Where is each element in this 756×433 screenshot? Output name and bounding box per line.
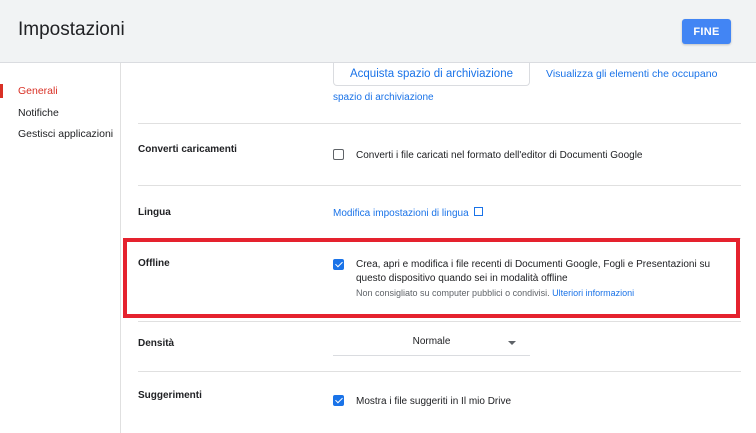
language-label: Lingua (138, 207, 171, 218)
language-settings-link-text: Modifica impostazioni di lingua (333, 208, 469, 219)
language-settings-link[interactable]: Modifica impostazioni di lingua (333, 207, 484, 219)
convert-uploads-text: Converti i file caricati nel formato del… (356, 150, 643, 161)
suggestions-text: Mostra i file suggeriti in Il mio Drive (356, 396, 512, 407)
suggestions-label: Suggerimenti (138, 390, 202, 401)
convert-uploads-checkbox[interactable] (333, 149, 344, 160)
dialog-header: Impostazioni FINE (0, 0, 756, 63)
sidebar-item-manage-apps[interactable]: Gestisci applicazioni (18, 128, 113, 140)
divider (138, 321, 741, 322)
convert-uploads-label: Converti caricamenti (138, 144, 237, 155)
done-button[interactable]: FINE (682, 19, 731, 44)
divider (138, 185, 741, 186)
sidebar-item-notifications[interactable]: Notifiche (18, 107, 59, 119)
offline-highlight-box (123, 238, 740, 318)
suggestions-checkbox[interactable] (333, 395, 344, 406)
buy-storage-button[interactable]: Acquista spazio di archiviazione (333, 63, 530, 86)
dropdown-arrow-icon (508, 341, 516, 345)
divider (138, 123, 741, 124)
divider (138, 371, 741, 372)
active-nav-indicator (0, 84, 3, 98)
view-storage-link-line2[interactable]: spazio di archiviazione (333, 92, 434, 103)
dialog-title: Impostazioni (18, 19, 125, 40)
settings-sidebar: Generali Notifiche Gestisci applicazioni (0, 63, 121, 433)
density-select[interactable]: Normale (333, 333, 530, 356)
view-storage-link-line1[interactable]: Visualizza gli elementi che occupano (546, 68, 717, 80)
external-link-icon (474, 207, 484, 216)
density-label: Densità (138, 338, 175, 349)
sidebar-item-general[interactable]: Generali (18, 85, 58, 97)
density-select-value: Normale (412, 336, 451, 347)
